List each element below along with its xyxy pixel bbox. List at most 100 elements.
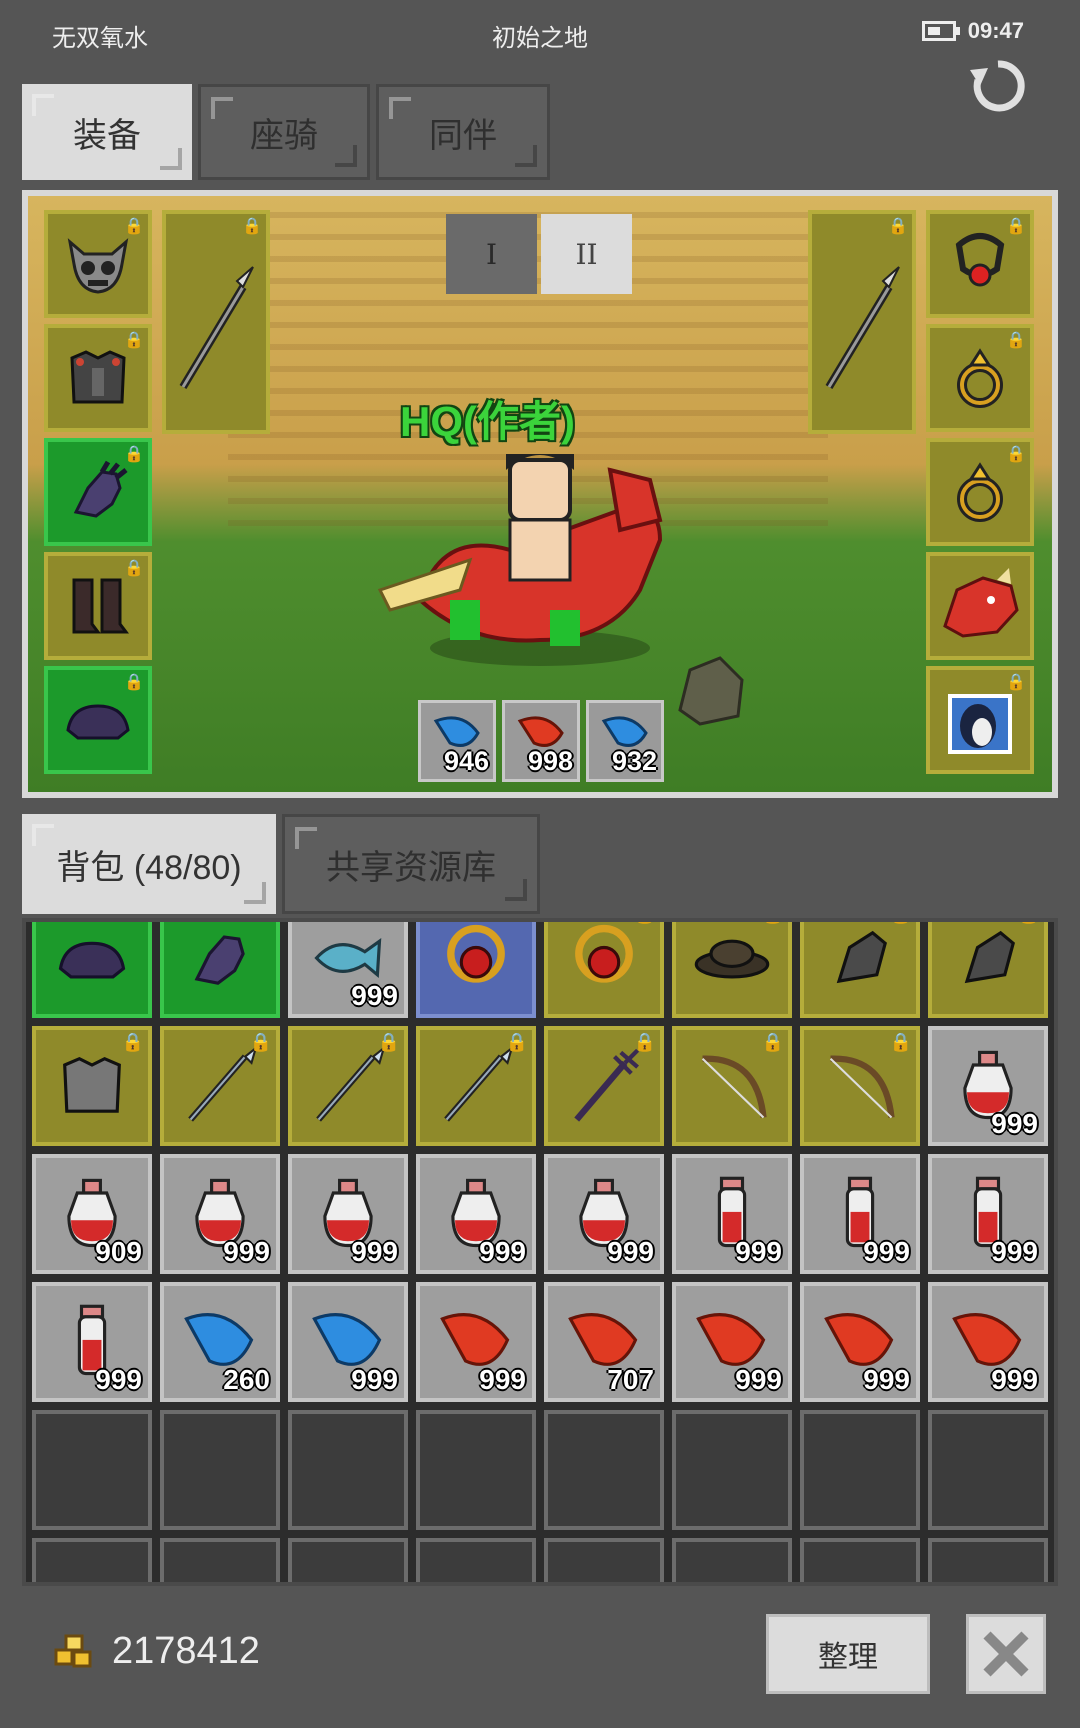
inventory-slot[interactable]: 🔒 [416,1026,536,1146]
empty-inventory-slot[interactable] [160,1538,280,1582]
gauntlet-icon [836,930,887,984]
sort-button[interactable]: 整理 [766,1614,930,1694]
empty-inventory-slot[interactable] [800,1538,920,1582]
inventory-slot[interactable]: 999 [288,1282,408,1402]
inventory-slot[interactable]: 260 [160,1282,280,1402]
item-count: 999 [735,1236,782,1267]
loadout-option-1[interactable]: I [446,214,537,294]
inventory-slot[interactable]: 999 [928,1026,1048,1146]
quickslot-3[interactable]: 932 [586,700,664,782]
quickslot-count: 932 [611,746,657,776]
equip-slot-ring-2[interactable]: 🔒 [926,438,1034,546]
inventory-slot[interactable]: 999 [544,1154,664,1274]
equip-slot-gloves[interactable]: 🔒 [44,438,152,546]
tab-backpack-label: 背包 (48/80) [56,848,242,887]
inventory-slot[interactable]: 999 [416,1282,536,1402]
quickslot-count: 946 [443,746,489,776]
inventory-slot[interactable] [160,922,280,1018]
empty-inventory-slot[interactable] [672,1410,792,1530]
equip-slot-mount[interactable] [926,552,1034,660]
inventory-slot[interactable]: 999 [288,922,408,1018]
inventory-slot[interactable]: 🔒 [32,1026,152,1146]
inventory-slot[interactable]: 999 [800,1282,920,1402]
close-button[interactable] [966,1614,1046,1694]
inventory-slot[interactable]: 999 [928,1282,1048,1402]
inventory-slot[interactable]: 🔒 [544,922,664,1018]
inventory-slot[interactable]: 999 [288,1154,408,1274]
ring-icon [957,462,1003,522]
inventory-slot[interactable]: 🔒 [800,1026,920,1146]
quickslot-2[interactable]: 998 [502,700,580,782]
tab-shared-storage[interactable]: 共享资源库 [282,814,540,914]
empty-inventory-slot[interactable] [416,1410,536,1530]
refresh-icon[interactable] [968,56,1028,116]
empty-inventory-slot[interactable] [544,1410,664,1530]
item-count: 999 [479,1364,526,1395]
quickslot-1[interactable]: 946 [418,700,496,782]
inventory-slot[interactable]: 🔒 [672,922,792,1018]
lock-icon: 🔒 [242,218,262,235]
inventory-slot[interactable]: 999 [160,1154,280,1274]
empty-inventory-slot[interactable] [288,1410,408,1530]
lock-icon: 🔒 [377,1032,400,1052]
inventory-slot[interactable] [416,922,536,1018]
inventory-slot[interactable]: 999 [800,1154,920,1274]
item-count: 999 [863,1236,910,1267]
tab-backpack[interactable]: 背包 (48/80) [22,814,276,914]
lock-icon: 🔒 [761,1032,784,1052]
inventory-slot[interactable] [32,922,152,1018]
ruby-ring-icon [447,924,505,983]
inventory-slot[interactable]: 🔒 [800,922,920,1018]
empty-inventory-slot[interactable] [544,1538,664,1582]
empty-inventory-slot[interactable] [672,1538,792,1582]
inventory-slot[interactable]: 999 [928,1154,1048,1274]
inventory-slot[interactable]: 999 [672,1154,792,1274]
inventory-slot[interactable]: 909 [32,1154,152,1274]
tab-mount[interactable]: 座骑 [198,84,370,180]
lock-icon: 🔒 [889,1032,912,1052]
spear-icon [444,1045,514,1122]
equip-slot-weapon-left[interactable]: 🔒 [162,210,270,434]
skull-helmet-icon [67,238,129,294]
item-count: 999 [607,1236,654,1267]
inventory-slot[interactable]: 999 [416,1154,536,1274]
inventory-slot[interactable]: 🔒 [288,1026,408,1146]
tab-companion[interactable]: 同伴 [376,84,550,180]
equip-slot-armor[interactable]: 🔒 [44,324,152,432]
empty-inventory-slot[interactable] [416,1538,536,1582]
lock-icon: 🔒 [762,922,784,925]
equip-slot-helmet[interactable]: 🔒 [44,210,152,318]
inventory-slot[interactable]: 🔒 [160,1026,280,1146]
inventory-slot[interactable]: 🔒 [544,1026,664,1146]
equip-slot-ring-1[interactable]: 🔒 [926,324,1034,432]
glove-icon [194,935,245,985]
equip-slot-cloak[interactable]: 🔒 [44,666,152,774]
inventory-slot[interactable]: 707 [544,1282,664,1402]
loadout-option-2[interactable]: II [541,214,632,294]
gold-amount: 2178412 [112,1630,260,1672]
bow-icon [701,1055,767,1119]
inventory-slot[interactable]: 999 [32,1282,152,1402]
empty-inventory-slot[interactable] [928,1538,1048,1582]
equip-slot-boots[interactable]: 🔒 [44,552,152,660]
glove-icon [73,460,128,518]
empty-inventory-slot[interactable] [32,1410,152,1530]
hero-on-dragon-sprite[interactable] [360,440,700,670]
empty-inventory-slot[interactable] [32,1538,152,1582]
inventory-slot[interactable]: 🔒 [928,922,1048,1018]
empty-inventory-slot[interactable] [928,1410,1048,1530]
equip-slot-necklace[interactable]: 🔒 [926,210,1034,318]
empty-inventory-slot[interactable] [288,1538,408,1582]
empty-inventory-slot[interactable] [800,1410,920,1530]
inventory-slot[interactable]: 🔒 [672,1026,792,1146]
equip-slot-weapon-right[interactable]: 🔒 [808,210,916,434]
hat-icon [694,939,770,979]
inventory-slot[interactable]: 999 [672,1282,792,1402]
empty-inventory-slot[interactable] [160,1410,280,1530]
spear-icon [825,266,900,390]
tab-mount-label: 座骑 [250,116,318,155]
equip-slot-pet[interactable]: 🔒 [926,666,1034,774]
tab-equipment[interactable]: 装备 [22,84,192,180]
lock-icon: 🔒 [890,922,912,925]
armor-icon [63,1056,121,1113]
